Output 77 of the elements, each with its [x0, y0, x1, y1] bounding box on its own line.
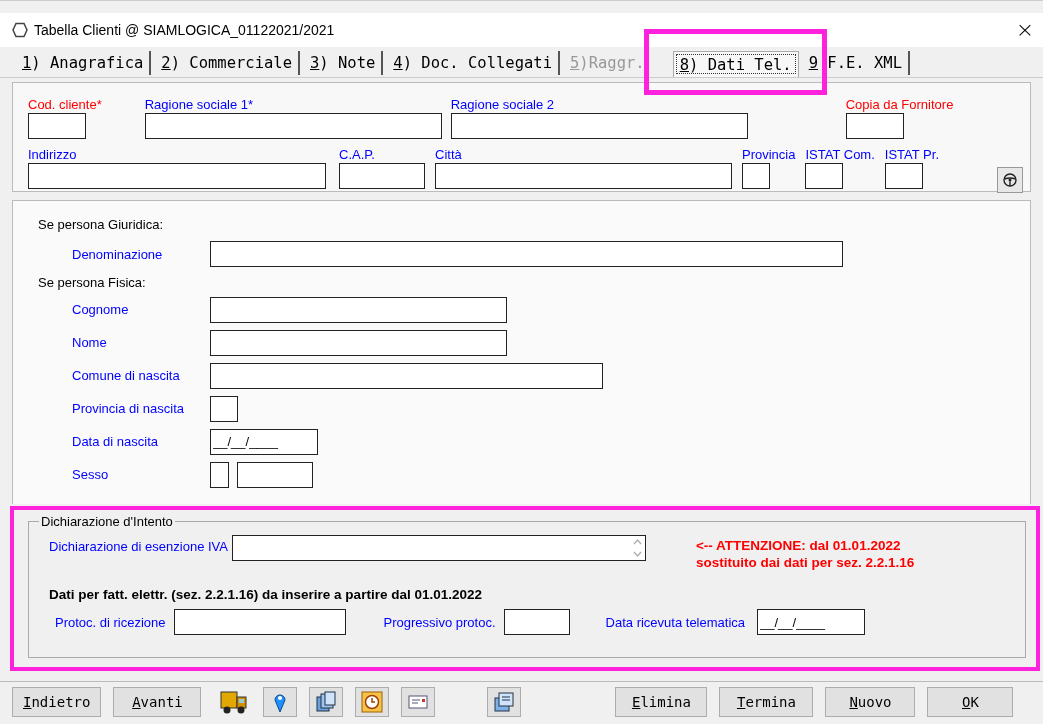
field-label: C.A.P. [339, 147, 376, 163]
input-field[interactable] [210, 362, 603, 389]
field-label: Protoc. di ricezione [55, 614, 166, 630]
input-field[interactable] [210, 241, 843, 267]
field-label: ISTAT Pr. [884, 147, 939, 163]
group-title: Dichiarazione d'Intento [40, 514, 174, 529]
input-field[interactable] [144, 113, 442, 139]
field-label: Ragione sociale 1* [144, 97, 255, 113]
clock-button[interactable] [355, 687, 390, 717]
text-area[interactable] [232, 535, 646, 561]
input-field[interactable] [435, 163, 732, 189]
tab[interactable]: 3) Note [304, 51, 384, 75]
field-label: Progressivo protoc. [383, 614, 496, 630]
field-label: Data di nascita [71, 434, 159, 449]
input-field[interactable] [28, 163, 326, 189]
input-field[interactable] [339, 163, 425, 189]
section-heading: Dati per fatt. elettr. (sez. 2.2.1.16) da inserire a partire dal 01.01.2022 [49, 587, 483, 604]
warning-text: <-- ATTENZIONE: dal 01.01.2022 [696, 537, 902, 554]
field-label: Sesso [71, 467, 110, 482]
date-field[interactable]: __/__/____ [210, 428, 318, 455]
documents-icon [315, 691, 338, 713]
input-field[interactable] [210, 461, 229, 488]
field-label: Cognome [71, 302, 130, 317]
input-field[interactable] [210, 296, 507, 323]
field-label: Copia da Fornitore [845, 97, 954, 113]
input-field[interactable] [805, 163, 844, 189]
documents-button[interactable] [309, 687, 344, 717]
field-label: Dichiarazione di esenzione IVA [49, 539, 228, 554]
input-field[interactable] [503, 609, 570, 635]
input-field[interactable] [210, 395, 238, 422]
tab[interactable]: 2) Commerciale [155, 51, 300, 75]
tab[interactable]: 8) Dati Tel. [672, 51, 799, 77]
toolbar-button[interactable]: Avanti [113, 687, 202, 717]
input-field[interactable] [28, 113, 86, 139]
toolbar-button[interactable]: OK [927, 687, 1014, 717]
windows-button[interactable] [487, 687, 522, 717]
card-button[interactable] [401, 687, 436, 717]
steering-wheel-icon [1003, 173, 1017, 187]
close-button[interactable]: × [1011, 19, 1039, 41]
card-icon [408, 694, 429, 710]
windows-icon [493, 691, 516, 713]
input-field[interactable] [884, 163, 923, 189]
tab[interactable]: 9 F.E. XML [802, 51, 910, 75]
map-pin-button[interactable] [263, 687, 298, 717]
section-heading: Se persona Giuridica: [38, 216, 164, 234]
window-title: Tabella Clienti @ SIAMLOGICA_01122021/2021 [34, 22, 336, 38]
field-label: ISTAT Com. [805, 147, 875, 163]
field-label: Cod. cliente* [28, 97, 102, 113]
field-label: Ragione sociale 2 [450, 97, 556, 113]
tab[interactable]: 1) Anagrafica [16, 51, 152, 75]
date-field[interactable]: __/__/____ [757, 609, 865, 635]
field-label: Provincia [742, 147, 796, 163]
field-label: Comune di nascita [71, 368, 181, 383]
truck-icon [219, 688, 250, 716]
input-field[interactable] [210, 329, 507, 356]
toolbar-button[interactable]: Elimina [615, 687, 708, 717]
toolbar-button[interactable]: Termina [719, 687, 814, 717]
field-label: Indirizzo [28, 147, 78, 163]
field-label: Provincia di nascita [71, 401, 185, 416]
field-label: Città [435, 147, 463, 163]
toolbar-button[interactable]: Indietro [12, 687, 102, 717]
steering-wheel-button[interactable] [997, 167, 1023, 193]
tab[interactable]: 4) Doc. Collegati [387, 51, 560, 75]
clock-icon [361, 691, 384, 713]
input-field[interactable] [237, 461, 313, 488]
hexagon-icon [12, 22, 28, 38]
warning-text: sostituito dai dati per sez. 2.2.1.16 [696, 554, 915, 571]
field-label: Denominazione [71, 246, 164, 262]
toolbar-button[interactable]: Nuovo [825, 687, 916, 717]
scroll-arrows-icon [633, 538, 642, 558]
field-label: Nome [71, 335, 108, 350]
field-label: Data ricevuta telematica [605, 614, 745, 630]
input-field[interactable] [450, 113, 748, 139]
input-field[interactable] [173, 609, 346, 635]
input-field[interactable] [845, 113, 904, 139]
section-heading: Se persona Fisica: [38, 274, 147, 292]
input-field[interactable] [742, 163, 770, 189]
